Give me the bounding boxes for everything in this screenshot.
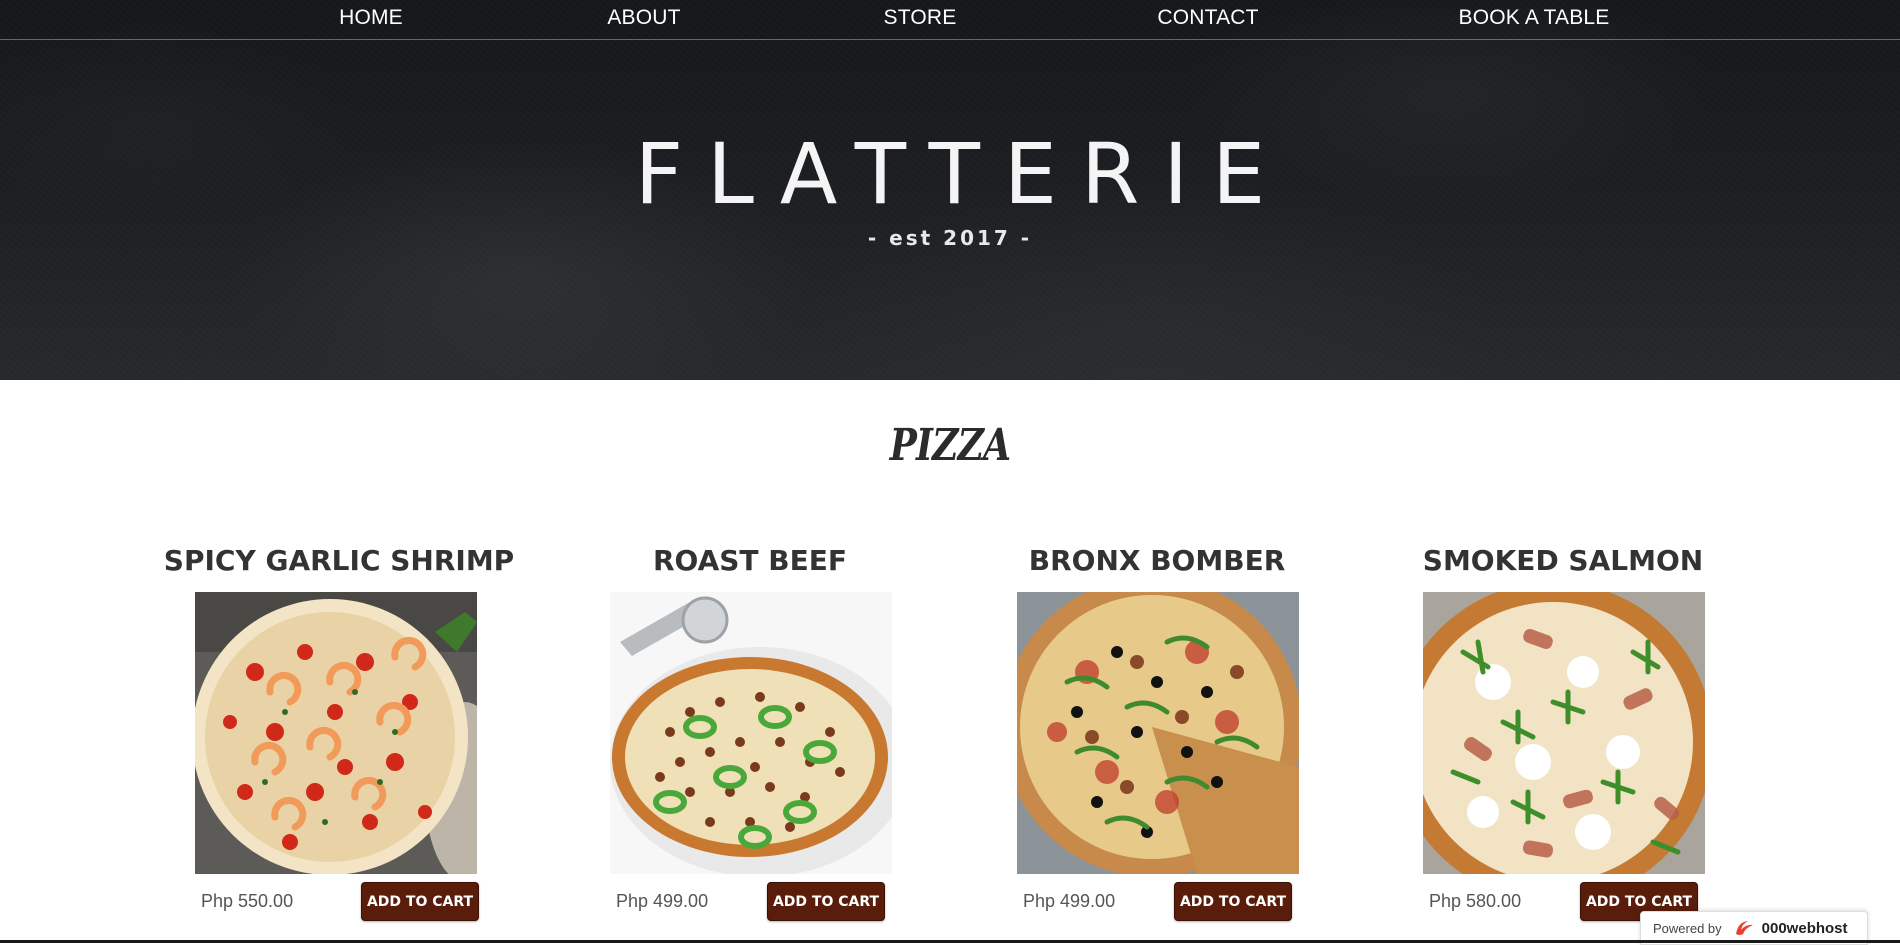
product-title: SPICY GARLIC SHRIMP	[163, 544, 515, 577]
top-nav: HOME ABOUT STORE CONTACT BOOK A TABLE	[0, 0, 1900, 40]
product-price: Php 580.00	[1429, 891, 1522, 911]
nav-home[interactable]: HOME	[339, 6, 403, 30]
shrimp-pizza-image[interactable]	[195, 592, 477, 874]
product-price: Php 499.00	[1023, 891, 1116, 911]
add-to-cart-button[interactable]: ADD TO CART	[1174, 882, 1292, 921]
nav-contact[interactable]: CONTACT	[1157, 6, 1258, 30]
product-title: ROAST BEEF	[652, 544, 848, 577]
product-title: BRONX BOMBER	[1028, 544, 1286, 577]
powered-by-brand: 000webhost	[1761, 919, 1848, 937]
add-to-cart-button[interactable]: ADD TO CART	[767, 882, 885, 921]
nav-book-a-table[interactable]: BOOK A TABLE	[1458, 6, 1609, 30]
smoked-salmon-pizza-image[interactable]	[1423, 592, 1705, 874]
webhost-logo-icon	[1732, 918, 1756, 938]
add-to-cart-button[interactable]: ADD TO CART	[361, 882, 479, 921]
nav-store[interactable]: STORE	[884, 6, 957, 30]
powered-by-label: Powered by	[1653, 920, 1722, 936]
site-logo: FLATTERIE	[634, 125, 1290, 223]
product-price: Php 499.00	[616, 891, 709, 911]
nav-about[interactable]: ABOUT	[607, 6, 680, 30]
bronx-bomber-pizza-image[interactable]	[1017, 592, 1299, 874]
section-title: PIZZA	[889, 420, 1011, 471]
hero-banner: HOME ABOUT STORE CONTACT BOOK A TABLE FL…	[0, 0, 1900, 380]
product-title: SMOKED SALMON	[1422, 544, 1704, 577]
product-price: Php 550.00	[201, 891, 294, 911]
site-tagline: - est 2017 -	[867, 226, 1033, 250]
roast-beef-pizza-image[interactable]	[610, 592, 892, 874]
